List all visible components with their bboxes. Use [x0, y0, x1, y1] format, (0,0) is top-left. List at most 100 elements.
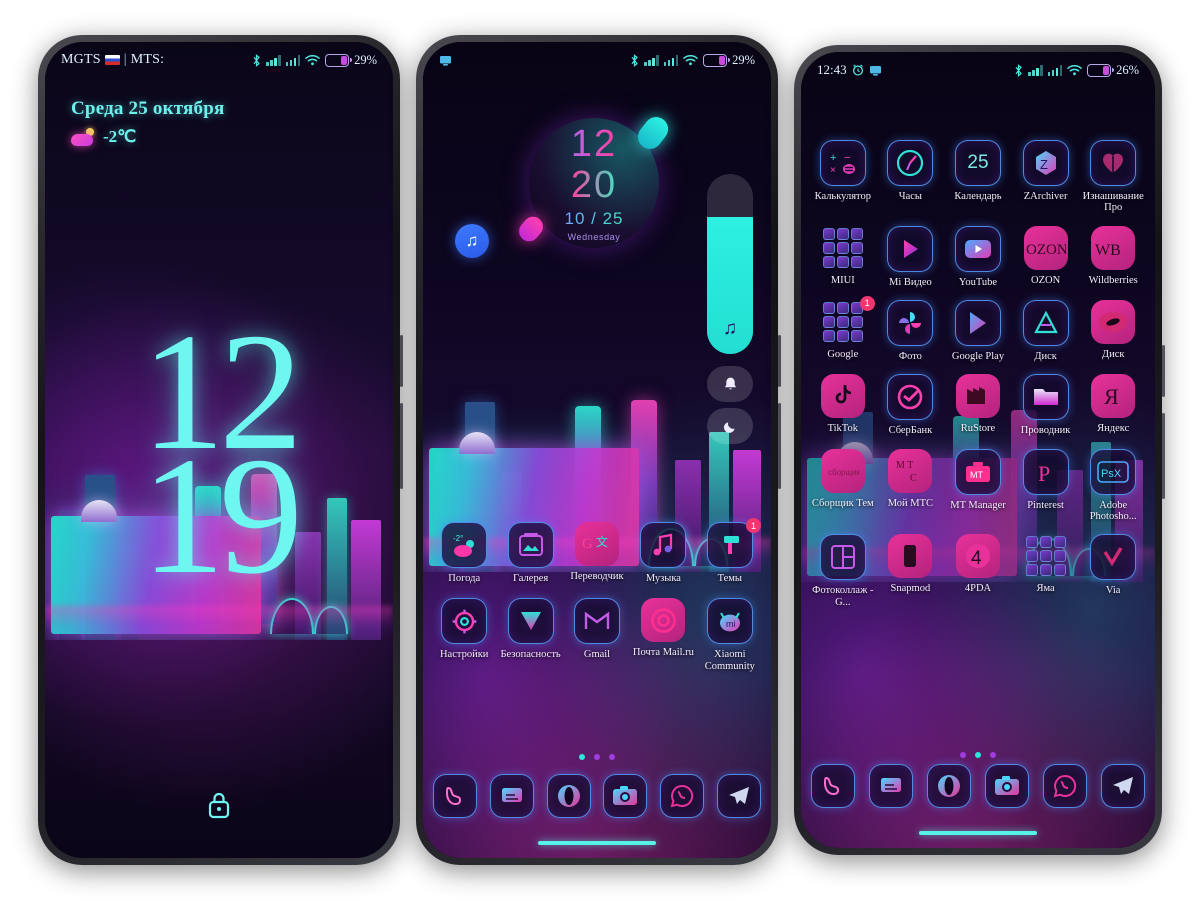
volume-button[interactable] — [778, 335, 781, 387]
app-label: ZArchiver — [1023, 191, 1068, 202]
app-icon-gmail[interactable]: Gmail — [564, 598, 630, 672]
app-icon-диск[interactable]: Диск — [1079, 299, 1147, 362]
dock — [433, 774, 761, 818]
volume-slider[interactable]: ♫ — [707, 174, 753, 354]
page-dot[interactable] — [975, 752, 981, 758]
widget-clock-weekday: Wednesday — [567, 231, 621, 242]
dock-icon-opera[interactable] — [546, 774, 591, 818]
notification-toggle[interactable] — [707, 366, 753, 402]
app-icon-snapmod[interactable]: Snapmod — [877, 534, 945, 608]
page-dot[interactable] — [609, 754, 615, 760]
svg-text:M T: M T — [896, 460, 913, 471]
battery-percent: 29% — [732, 52, 755, 67]
dock-icon-telegram[interactable] — [1101, 764, 1145, 808]
app-label: Pinterest — [1027, 499, 1064, 511]
partly-cloudy-icon — [71, 128, 95, 146]
app-icon-miui[interactable]: MIUI — [809, 226, 877, 288]
page-indicator — [423, 754, 771, 760]
dock-icon-messages[interactable] — [489, 774, 534, 818]
dock-icon-camera[interactable] — [985, 764, 1029, 808]
app-icon-фото[interactable]: Фото — [877, 299, 945, 362]
power-button[interactable] — [1162, 413, 1165, 499]
svg-text:-2°: -2° — [453, 534, 463, 543]
dark-mode-toggle[interactable] — [707, 408, 753, 444]
app-icon-youtube[interactable]: YouTube — [944, 225, 1012, 288]
app-icon-безопасность[interactable]: Безопасность — [497, 598, 563, 672]
app-icon-темы[interactable]: 1 Темы — [697, 518, 763, 584]
phone-home-screen: 29% 12 20 10 / 25 Wednesday ♫ ♫ -2° Пого… — [416, 35, 781, 865]
page-dot[interactable] — [960, 752, 966, 758]
app-icon-галерея[interactable]: Галерея — [497, 522, 563, 584]
power-button[interactable] — [778, 403, 781, 489]
app-icon-почта-mail-ru[interactable]: Почта Mail.ru — [630, 598, 696, 672]
app-icon-изнашивание-про[interactable]: Изнашивание Про — [1079, 140, 1147, 214]
app-icon-яндекс[interactable]: Я Яндекс — [1079, 374, 1147, 436]
page-dot[interactable] — [990, 752, 996, 758]
lock-date: Среда 25 октября — [71, 98, 225, 119]
carrier-label: MGTS | MTS: — [61, 52, 164, 68]
clock-widget[interactable]: 12 20 10 / 25 Wednesday — [514, 112, 673, 248]
carrier-primary: MGTS — [61, 52, 101, 67]
floating-music-icon[interactable]: ♫ — [455, 224, 489, 258]
app-icon-калькулятор[interactable]: + − × Калькулятор — [809, 140, 877, 214]
app-icon-погода[interactable]: -2° Погода — [431, 522, 497, 584]
carrier-secondary: MTS: — [130, 52, 165, 67]
app-icon-сбербанк[interactable]: СберБанк — [877, 374, 945, 436]
app-icon-фотоколлаж-g[interactable]: Фотоколлаж - G... — [809, 534, 877, 608]
lock-weather[interactable]: -2℃ — [71, 127, 224, 147]
app-icon-мой-мтс[interactable]: M T C Мой МТС — [877, 448, 945, 523]
app-icon-rustore[interactable]: RuStore — [944, 374, 1012, 436]
tiktok-icon — [820, 374, 865, 419]
app-icon-сборщик-тем[interactable]: сборщик Сборщик Тем — [809, 448, 877, 523]
app-icon-tiktok[interactable]: TikTok — [809, 374, 877, 436]
theme-builder-icon: сборщик — [820, 448, 865, 493]
app-icon-4pda[interactable]: 4 4PDA — [944, 534, 1012, 608]
dock-icon-phone[interactable] — [811, 764, 855, 808]
app-icon-ozon[interactable]: OZON OZON — [1012, 225, 1080, 288]
app-icon-часы[interactable]: Часы — [877, 140, 945, 214]
app-icon-zarchiver[interactable]: Z ZArchiver — [1012, 140, 1080, 214]
app-icon-mt-manager[interactable]: MT MT Manager — [944, 448, 1012, 523]
app-icon-adobe-photosho[interactable]: PsX Adobe Photosho... — [1079, 448, 1147, 523]
app-label: Галерея — [512, 573, 549, 584]
dock-icon-whatsapp[interactable] — [1043, 764, 1087, 808]
lock-icon[interactable] — [206, 790, 232, 820]
app-icon-настройки[interactable]: Настройки — [431, 598, 497, 672]
via-browser-icon — [1090, 534, 1137, 581]
app-icon-яма[interactable]: Яма — [1012, 534, 1080, 608]
status-bar: MGTS | MTS: 29% — [45, 42, 393, 78]
signal-bars-icon — [1047, 64, 1063, 76]
app-label: MIUI — [830, 274, 855, 286]
app-icon-pinterest[interactable]: P Pinterest — [1012, 448, 1080, 523]
dock-icon-opera[interactable] — [927, 764, 971, 808]
app-icon-диск[interactable]: Диск — [1012, 299, 1080, 362]
app-icon-музыка[interactable]: Музыка — [630, 522, 696, 584]
power-button[interactable] — [400, 403, 403, 489]
sberbank-icon — [887, 374, 934, 421]
page-dot[interactable] — [579, 754, 585, 760]
app-icon-mi-видео[interactable]: Mi Видео — [877, 225, 945, 288]
lock-screen: MGTS | MTS: 29% Среда 25 октября -2℃ 12 … — [45, 42, 393, 858]
dock-icon-messages[interactable] — [869, 764, 913, 808]
app-icon-календарь[interactable]: 25 Календарь — [944, 140, 1012, 214]
home-indicator-bar[interactable] — [538, 841, 656, 845]
app-icon-wildberries[interactable]: WB Wildberries — [1079, 225, 1147, 288]
volume-button[interactable] — [400, 335, 403, 387]
dock-icon-phone[interactable] — [433, 774, 477, 818]
app-icon-via[interactable]: Via — [1079, 534, 1147, 608]
music-note-icon: ♫ — [722, 318, 738, 339]
app-icon-xiaomi-community[interactable]: mi Xiaomi Community — [697, 598, 763, 672]
photoshop-express-icon: PsX — [1090, 448, 1137, 495]
home-indicator-bar[interactable] — [919, 831, 1037, 835]
page-dot[interactable] — [594, 754, 600, 760]
app-icon-проводник[interactable]: Проводник — [1012, 374, 1080, 436]
home-screen: 29% 12 20 10 / 25 Wednesday ♫ ♫ -2° Пого… — [423, 42, 771, 858]
app-icon-переводчик[interactable]: G 文 Переводчик — [564, 522, 630, 584]
app-icon-google-play[interactable]: Google Play — [944, 299, 1012, 362]
dock-icon-whatsapp[interactable] — [660, 774, 705, 818]
volume-button[interactable] — [1162, 345, 1165, 397]
app-icon-google[interactable]: 1 Google — [809, 295, 877, 362]
dock-icon-telegram[interactable] — [716, 774, 761, 818]
dock-icon-camera[interactable] — [603, 774, 648, 818]
bluetooth-icon — [630, 53, 639, 67]
